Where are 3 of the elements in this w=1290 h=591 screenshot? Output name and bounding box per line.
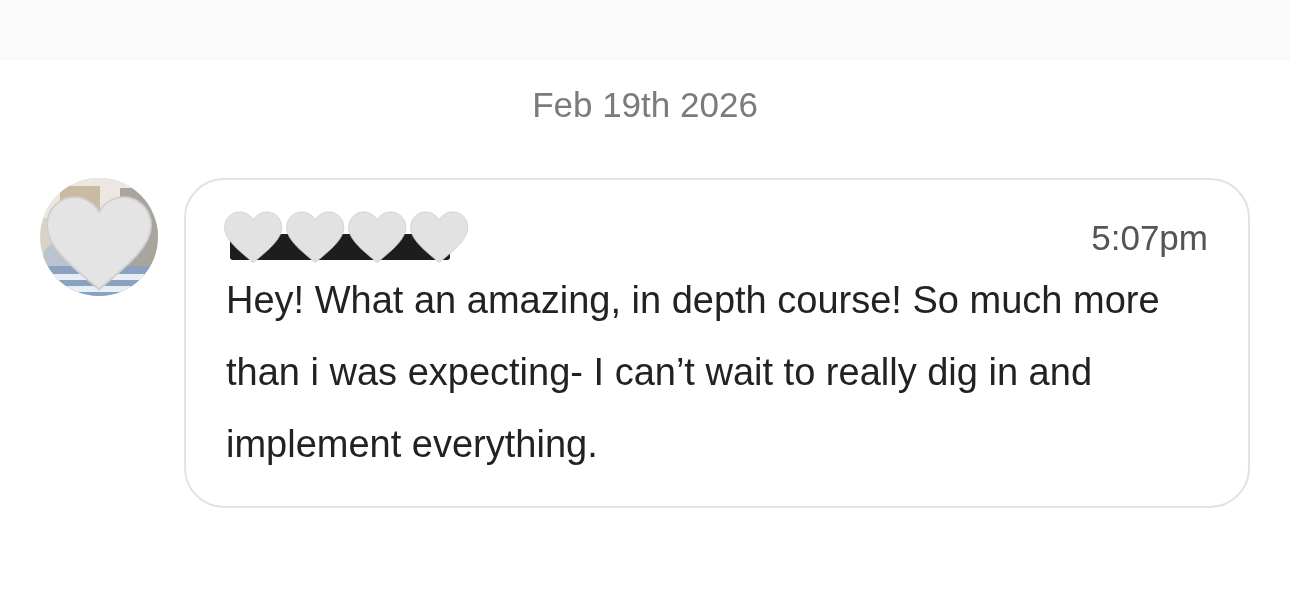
message-text: Hey! What an amazing, in depth course! So much more than i was expecting- I can’t wait to really dig in and implement everything. <box>226 278 1161 467</box>
message-time: 5:07pm <box>1091 218 1208 258</box>
date-divider: Feb 19th 2026 <box>531 85 759 125</box>
